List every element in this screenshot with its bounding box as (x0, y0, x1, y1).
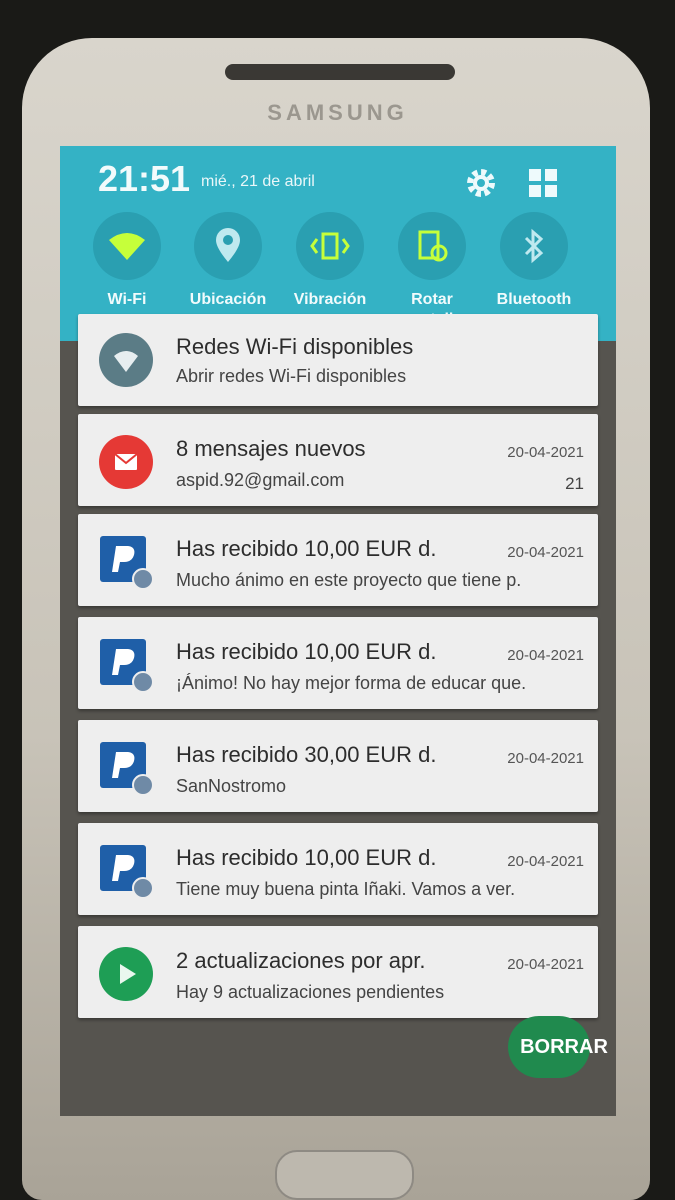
notification-subtitle: Hay 9 actualizaciones pendientes (176, 982, 445, 1002)
mail-icon (99, 435, 153, 489)
notification-time: 20-04-2021 (507, 544, 584, 561)
wifi-networks-icon (99, 333, 153, 387)
rotate-screen-icon (418, 230, 448, 262)
notification-email[interactable]: 8 mensajes nuevos aspid.92@gmail.com 20-… (78, 414, 598, 506)
paypal-icon (100, 536, 154, 590)
notification-wifi-networks[interactable]: Redes Wi-Fi disponibles Abrir redes Wi-F… (78, 314, 598, 406)
notification-time: 20-04-2021 (507, 647, 584, 664)
notification-title: Has recibido 30,00 EUR d. (176, 742, 437, 767)
wifi-icon (109, 233, 145, 260)
bluetooth-icon (524, 228, 544, 264)
notification-title: Has recibido 10,00 EUR d. (176, 845, 437, 870)
toggle-wifi[interactable]: Wi-Fi (79, 212, 175, 310)
toggle-label: Ubicación (189, 291, 267, 308)
notification-title: Has recibido 10,00 EUR d. (176, 639, 437, 664)
notification-time: 20-04-2021 (507, 853, 584, 870)
phone-screen: 21:51 mié., 21 de abril Wi-Fi Ubicación … (60, 146, 616, 1116)
notification-subtitle: Mucho ánimo en este proyecto que tiene p… (176, 570, 522, 590)
notification-app-updates[interactable]: 2 actualizaciones por apr. Hay 9 actuali… (78, 926, 598, 1018)
location-icon (216, 228, 240, 262)
vibration-icon (310, 232, 350, 260)
notification-panel-header: 21:51 mié., 21 de abril Wi-Fi Ubicación … (60, 146, 616, 341)
phone-earpiece (225, 64, 455, 80)
home-button[interactable] (275, 1150, 414, 1200)
play-store-icon (99, 947, 153, 1001)
notification-paypal[interactable]: Has recibido 10,00 EUR d. Tiene muy buen… (78, 823, 598, 915)
paypal-icon (100, 845, 154, 899)
notification-title: 8 mensajes nuevos (176, 436, 366, 461)
gear-icon[interactable] (464, 166, 498, 200)
brand-logo: SAMSUNG (267, 100, 408, 125)
edit-grid-icon[interactable] (526, 166, 560, 200)
notification-time: 20-04-2021 (507, 956, 584, 973)
status-time: 21:51 (98, 158, 191, 199)
status-date: mié., 21 de abril (201, 173, 315, 190)
paypal-icon (100, 742, 154, 796)
notification-paypal[interactable]: Has recibido 10,00 EUR d. Mucho ánimo en… (78, 514, 598, 606)
notification-time: 20-04-2021 (507, 444, 584, 461)
notification-time: 20-04-2021 (507, 750, 584, 767)
notification-title: Has recibido 10,00 EUR d. (176, 536, 437, 561)
toggle-label: Wi-Fi (107, 291, 147, 308)
toggle-vibration[interactable]: Vibración (282, 212, 378, 310)
notification-subtitle: ¡Ánimo! No hay mejor forma de educar que… (176, 673, 527, 693)
clear-all-button[interactable]: BORRAR (508, 1016, 608, 1078)
notification-subtitle: SanNostromo (176, 776, 287, 796)
toggle-label: Bluetooth (496, 291, 572, 308)
clear-all-label: BORRAR (520, 1035, 608, 1058)
notification-subtitle: Tiene muy buena pinta Iñaki. Vamos a ver… (176, 879, 516, 899)
notification-title: Redes Wi-Fi disponibles (176, 334, 414, 359)
toggle-rotate-screen[interactable]: Rotar pantalla (384, 212, 480, 330)
notification-title: 2 actualizaciones por apr. (176, 948, 426, 973)
notification-subtitle: Abrir redes Wi-Fi disponibles (176, 366, 407, 386)
paypal-icon (100, 639, 154, 693)
toggle-bluetooth[interactable]: Bluetooth (486, 212, 582, 310)
toggle-location[interactable]: Ubicación (180, 212, 276, 310)
toggle-label: Vibración (293, 291, 367, 308)
notification-paypal[interactable]: Has recibido 10,00 EUR d. ¡Ánimo! No hay… (78, 617, 598, 709)
notification-subtitle: aspid.92@gmail.com (176, 470, 345, 490)
notification-paypal[interactable]: Has recibido 30,00 EUR d. SanNostromo 20… (78, 720, 598, 812)
notification-count: 21 (565, 474, 584, 493)
